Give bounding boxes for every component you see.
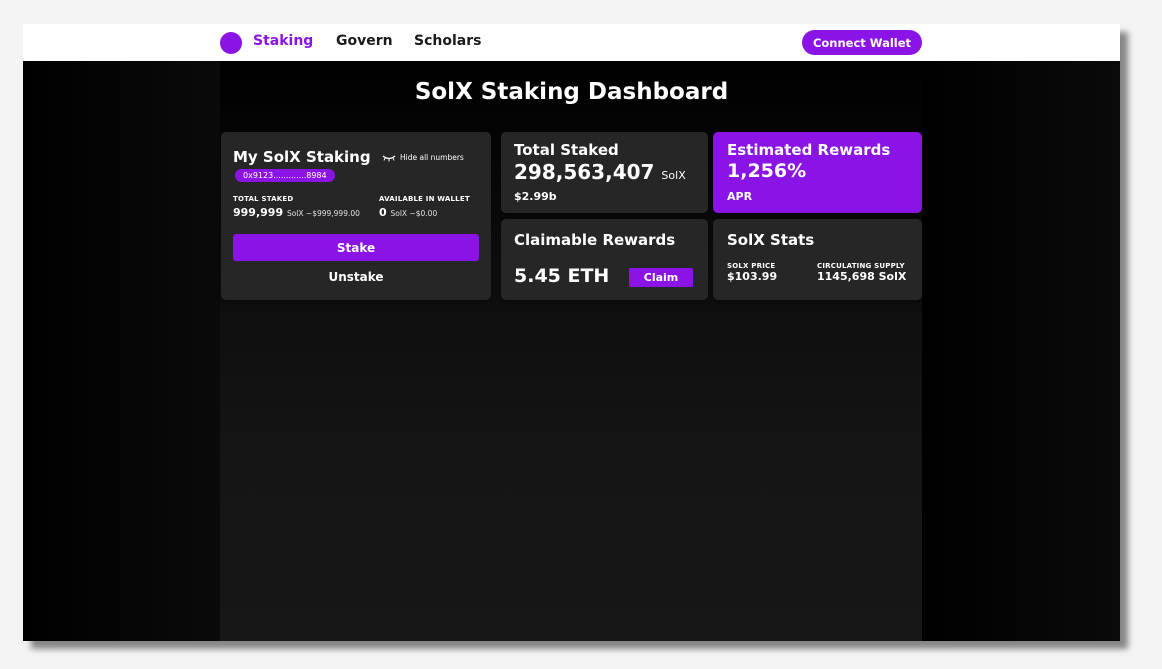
stake-button[interactable]: Stake <box>233 234 479 261</box>
estimated-rewards-sub: APR <box>727 190 753 203</box>
claimable-rewards-card: Claimable Rewards 5.45 ETH Claim <box>501 219 708 300</box>
my-staking-title: My SolX Staking <box>233 148 371 166</box>
hide-numbers-label: Hide all numbers <box>400 153 464 162</box>
circulating-supply-value: 1145,698 SolX <box>817 270 907 283</box>
claim-button[interactable]: Claim <box>629 268 693 287</box>
nav-staking[interactable]: Staking <box>253 33 313 49</box>
total-staked-big-row: 298,563,407 SolX <box>514 160 686 184</box>
wallet-available-value-row: 0 SolX ~$0.00 <box>379 206 437 219</box>
total-staked-unit: SolX ~$999,999.00 <box>286 209 360 218</box>
nav-scholars[interactable]: Scholars <box>414 33 481 49</box>
wallet-address-badge: 0x9123.............8984 <box>235 169 335 182</box>
connect-wallet-button[interactable]: Connect Wallet <box>802 30 922 55</box>
estimated-rewards-title: Estimated Rewards <box>727 141 891 159</box>
wallet-available-unit: SolX ~$0.00 <box>390 209 438 218</box>
estimated-rewards-card: Estimated Rewards 1,256% APR <box>713 132 922 213</box>
claimable-rewards-title: Claimable Rewards <box>514 231 676 249</box>
total-staked-amount: 298,563,407 <box>514 160 655 184</box>
right-gutter <box>922 61 1120 641</box>
nav-govern[interactable]: Govern <box>336 33 393 49</box>
solx-stats-title: SolX Stats <box>727 231 815 249</box>
solx-price-label: SOLX PRICE <box>727 262 776 270</box>
unstake-button[interactable]: Unstake <box>233 267 479 287</box>
eye-closed-icon <box>382 154 396 161</box>
total-staked-title: Total Staked <box>514 141 619 159</box>
wallet-available-label: AVAILABLE IN WALLET <box>379 195 470 203</box>
my-staking-card: My SolX Staking Hide all numbers 0x9123.… <box>221 132 491 300</box>
main-content: SolX Staking Dashboard My SolX Staking H… <box>23 61 1120 641</box>
total-staked-amount-unit: SolX <box>661 169 686 182</box>
total-staked-value: 999,999 <box>233 206 284 219</box>
page-title: SolX Staking Dashboard <box>414 79 729 105</box>
total-staked-value-row: 999,999 SolX ~$999,999.00 <box>233 206 360 219</box>
solx-price-value: $103.99 <box>727 270 778 283</box>
estimated-rewards-value: 1,256% <box>727 160 807 182</box>
hide-numbers-toggle[interactable]: Hide all numbers <box>382 153 464 162</box>
total-staked-card: Total Staked 298,563,407 SolX $2.99b <box>501 132 708 213</box>
logo-icon[interactable] <box>220 32 242 54</box>
claimable-rewards-value: 5.45 ETH <box>514 265 610 287</box>
left-gutter <box>23 61 220 641</box>
solx-stats-card: SolX Stats SOLX PRICE $103.99 CIRCULATIN… <box>713 219 922 300</box>
top-nav-bar: Staking Govern Scholars Connect Wallet <box>23 24 1120 61</box>
circulating-supply-label: CIRCULATING SUPPLY <box>817 262 905 270</box>
total-staked-usd: $2.99b <box>514 190 557 203</box>
wallet-available-value: 0 <box>379 206 387 219</box>
total-staked-label: TOTAL STAKED <box>233 195 294 203</box>
app-window: Staking Govern Scholars Connect Wallet S… <box>23 24 1120 641</box>
